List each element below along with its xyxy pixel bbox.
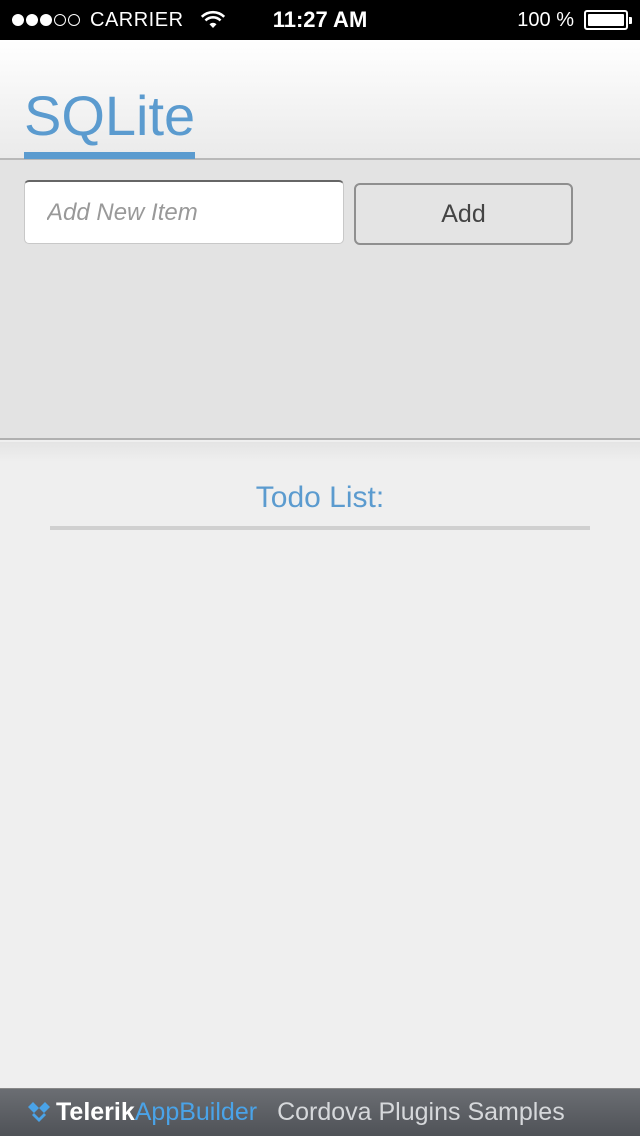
app-header: SQLite xyxy=(0,40,640,160)
status-right: 100 % xyxy=(517,0,632,40)
divider-shadow xyxy=(0,442,640,462)
footer-bar: Telerik AppBuilder Cordova Plugins Sampl… xyxy=(0,1088,640,1136)
todo-list-heading: Todo List: xyxy=(50,476,590,530)
battery-percent: 100 % xyxy=(517,8,574,31)
telerik-appbuilder-logo: Telerik AppBuilder xyxy=(26,1098,257,1127)
new-item-input[interactable] xyxy=(24,180,344,244)
brand-appbuilder: AppBuilder xyxy=(134,1098,258,1126)
add-button[interactable]: Add xyxy=(354,183,573,245)
page-title: SQLite xyxy=(24,84,196,159)
battery-level xyxy=(588,14,624,26)
brand-telerik: Telerik xyxy=(56,1098,135,1126)
footer-caption: Cordova Plugins Samples xyxy=(277,1098,565,1126)
telerik-logo-icon xyxy=(28,1101,50,1122)
add-item-panel: Add xyxy=(0,160,640,440)
status-bar: CARRIER 11:27 AM 100 % xyxy=(0,0,640,40)
battery-icon xyxy=(584,10,632,30)
